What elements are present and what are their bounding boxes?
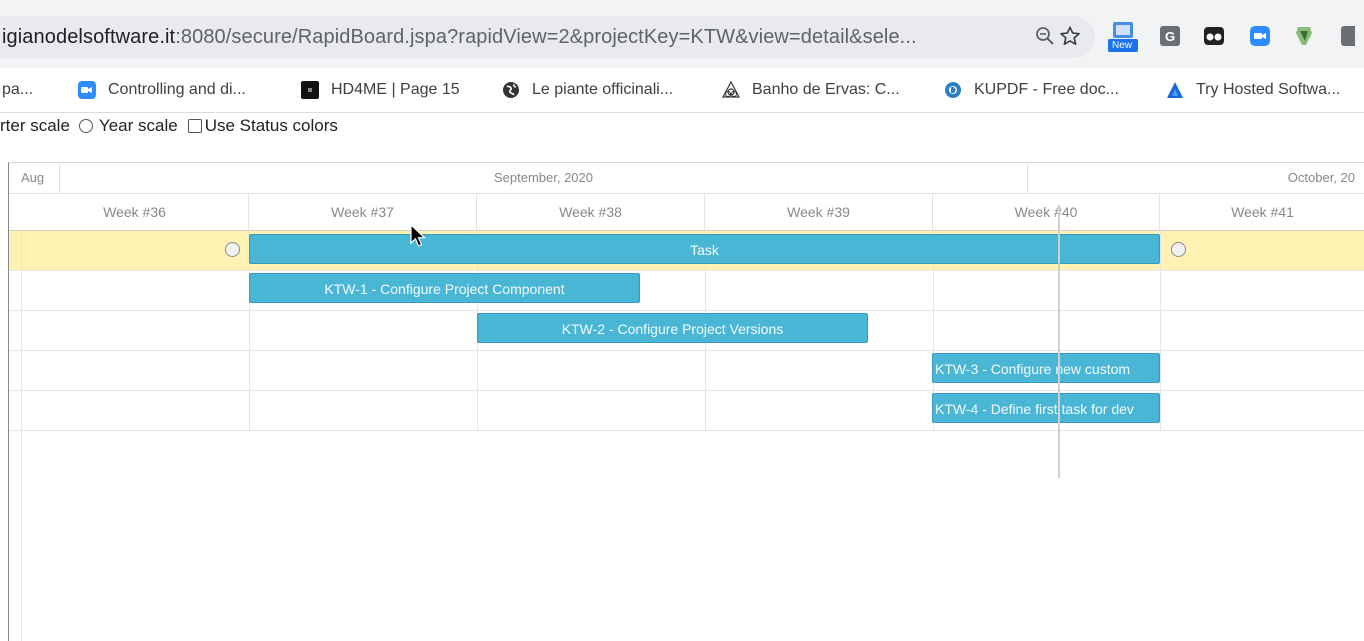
task-bar-ktw-3[interactable]: KTW-3 - Configure new custom xyxy=(932,353,1160,383)
url-domain: igianodelsoftware.it xyxy=(2,26,176,48)
bookmark-label: HD4ME | Page 15 xyxy=(331,81,460,98)
bookmark-item[interactable]: Banho de Ervas: C... xyxy=(722,80,900,100)
week-header: Week #41 xyxy=(1231,204,1294,220)
bookmark-label: KUPDF - Free doc... xyxy=(974,81,1119,98)
extension-g-icon[interactable]: G xyxy=(1158,24,1182,48)
url-text[interactable]: igianodelsoftware.it:8080/secure/RapidBo… xyxy=(2,26,917,49)
extension-misc-icon[interactable] xyxy=(1292,24,1316,48)
task-bar-ktw-2[interactable]: KTW-2 - Configure Project Versions xyxy=(477,313,868,343)
bookmark-label: pa... xyxy=(2,81,34,98)
use-status-colors-checkbox[interactable] xyxy=(187,119,202,133)
month-header: September, 2020 xyxy=(60,163,1028,193)
sacred-geometry-icon xyxy=(722,81,740,99)
month-header: Aug xyxy=(21,163,60,193)
month-header-row: Aug September, 2020 October, 20 xyxy=(9,163,1364,194)
extension-edge-icon[interactable] xyxy=(1338,24,1358,48)
left-handle-icon[interactable] xyxy=(225,242,240,257)
bookmark-label: Banho de Ervas: C... xyxy=(752,81,900,98)
today-marker-line xyxy=(1058,205,1060,478)
quarter-scale-label[interactable]: rter scale xyxy=(0,116,70,136)
year-scale-radio[interactable] xyxy=(78,119,93,133)
week-header: Week #40 xyxy=(933,194,1160,230)
bookmark-item[interactable]: Controlling and di... xyxy=(78,80,246,100)
extension-glasses-icon[interactable] xyxy=(1202,24,1226,48)
new-badge: New xyxy=(1112,40,1133,51)
task-bar-ktw-4[interactable]: KTW-4 - Define first task for dev xyxy=(932,393,1160,423)
browser-toolbar: igianodelsoftware.it:8080/secure/RapidBo… xyxy=(0,0,1364,68)
month-header: October, 20 xyxy=(1287,170,1355,185)
bookmark-item[interactable]: pa... xyxy=(2,80,33,100)
atlassian-icon xyxy=(1166,81,1184,99)
bookmark-item[interactable]: Le piante officinali... xyxy=(502,80,673,100)
globe-icon xyxy=(502,81,520,99)
week-header: Week #38 xyxy=(477,194,705,230)
zoom-video-icon xyxy=(78,81,96,99)
use-status-colors-label[interactable]: Use Status colors xyxy=(205,116,338,136)
url-path: :8080/secure/RapidBoard.jspa?rapidView=2… xyxy=(175,26,917,48)
gantt-body: Task KTW-1 - Configure Project Component… xyxy=(9,231,1364,641)
bookmark-label: Controlling and di... xyxy=(108,81,246,98)
grid-line xyxy=(21,231,22,641)
bookmark-item[interactable]: KUPDF - Free doc... xyxy=(944,80,1119,100)
grid-line xyxy=(1160,231,1161,430)
bookmark-star-icon[interactable] xyxy=(1058,24,1082,48)
mouse-cursor-icon xyxy=(410,223,427,253)
extension-g-label: G xyxy=(1160,26,1180,46)
week-header: Week #39 xyxy=(705,194,933,230)
right-handle-icon[interactable] xyxy=(1171,242,1186,257)
bookmark-item[interactable]: HD4ME | Page 15 xyxy=(301,80,460,100)
summary-task-bar[interactable]: Task xyxy=(249,234,1160,264)
week-header: Week #36 xyxy=(21,194,249,230)
scale-options: rter scale Year scale Use Status colors xyxy=(0,114,338,138)
year-scale-label[interactable]: Year scale xyxy=(99,116,178,136)
zoom-magnifier-icon[interactable] xyxy=(1033,24,1057,48)
kupdf-icon xyxy=(944,81,962,99)
week-header-row: Week #36 Week #37 Week #38 Week #39 Week… xyxy=(9,194,1364,231)
gantt-chart: Aug September, 2020 October, 20 Week #36… xyxy=(8,162,1364,641)
bookmark-label: Try Hosted Softwa... xyxy=(1196,81,1341,98)
bookmark-label: Le piante officinali... xyxy=(532,81,674,98)
extension-zoom-icon[interactable] xyxy=(1248,24,1272,48)
task-bar-ktw-1[interactable]: KTW-1 - Configure Project Component xyxy=(249,273,640,303)
bookmark-item[interactable]: Try Hosted Softwa... xyxy=(1166,80,1340,100)
extension-new-icon[interactable]: New xyxy=(1106,20,1140,54)
black-square-icon xyxy=(301,81,319,99)
week-header: Week #37 xyxy=(249,194,477,230)
